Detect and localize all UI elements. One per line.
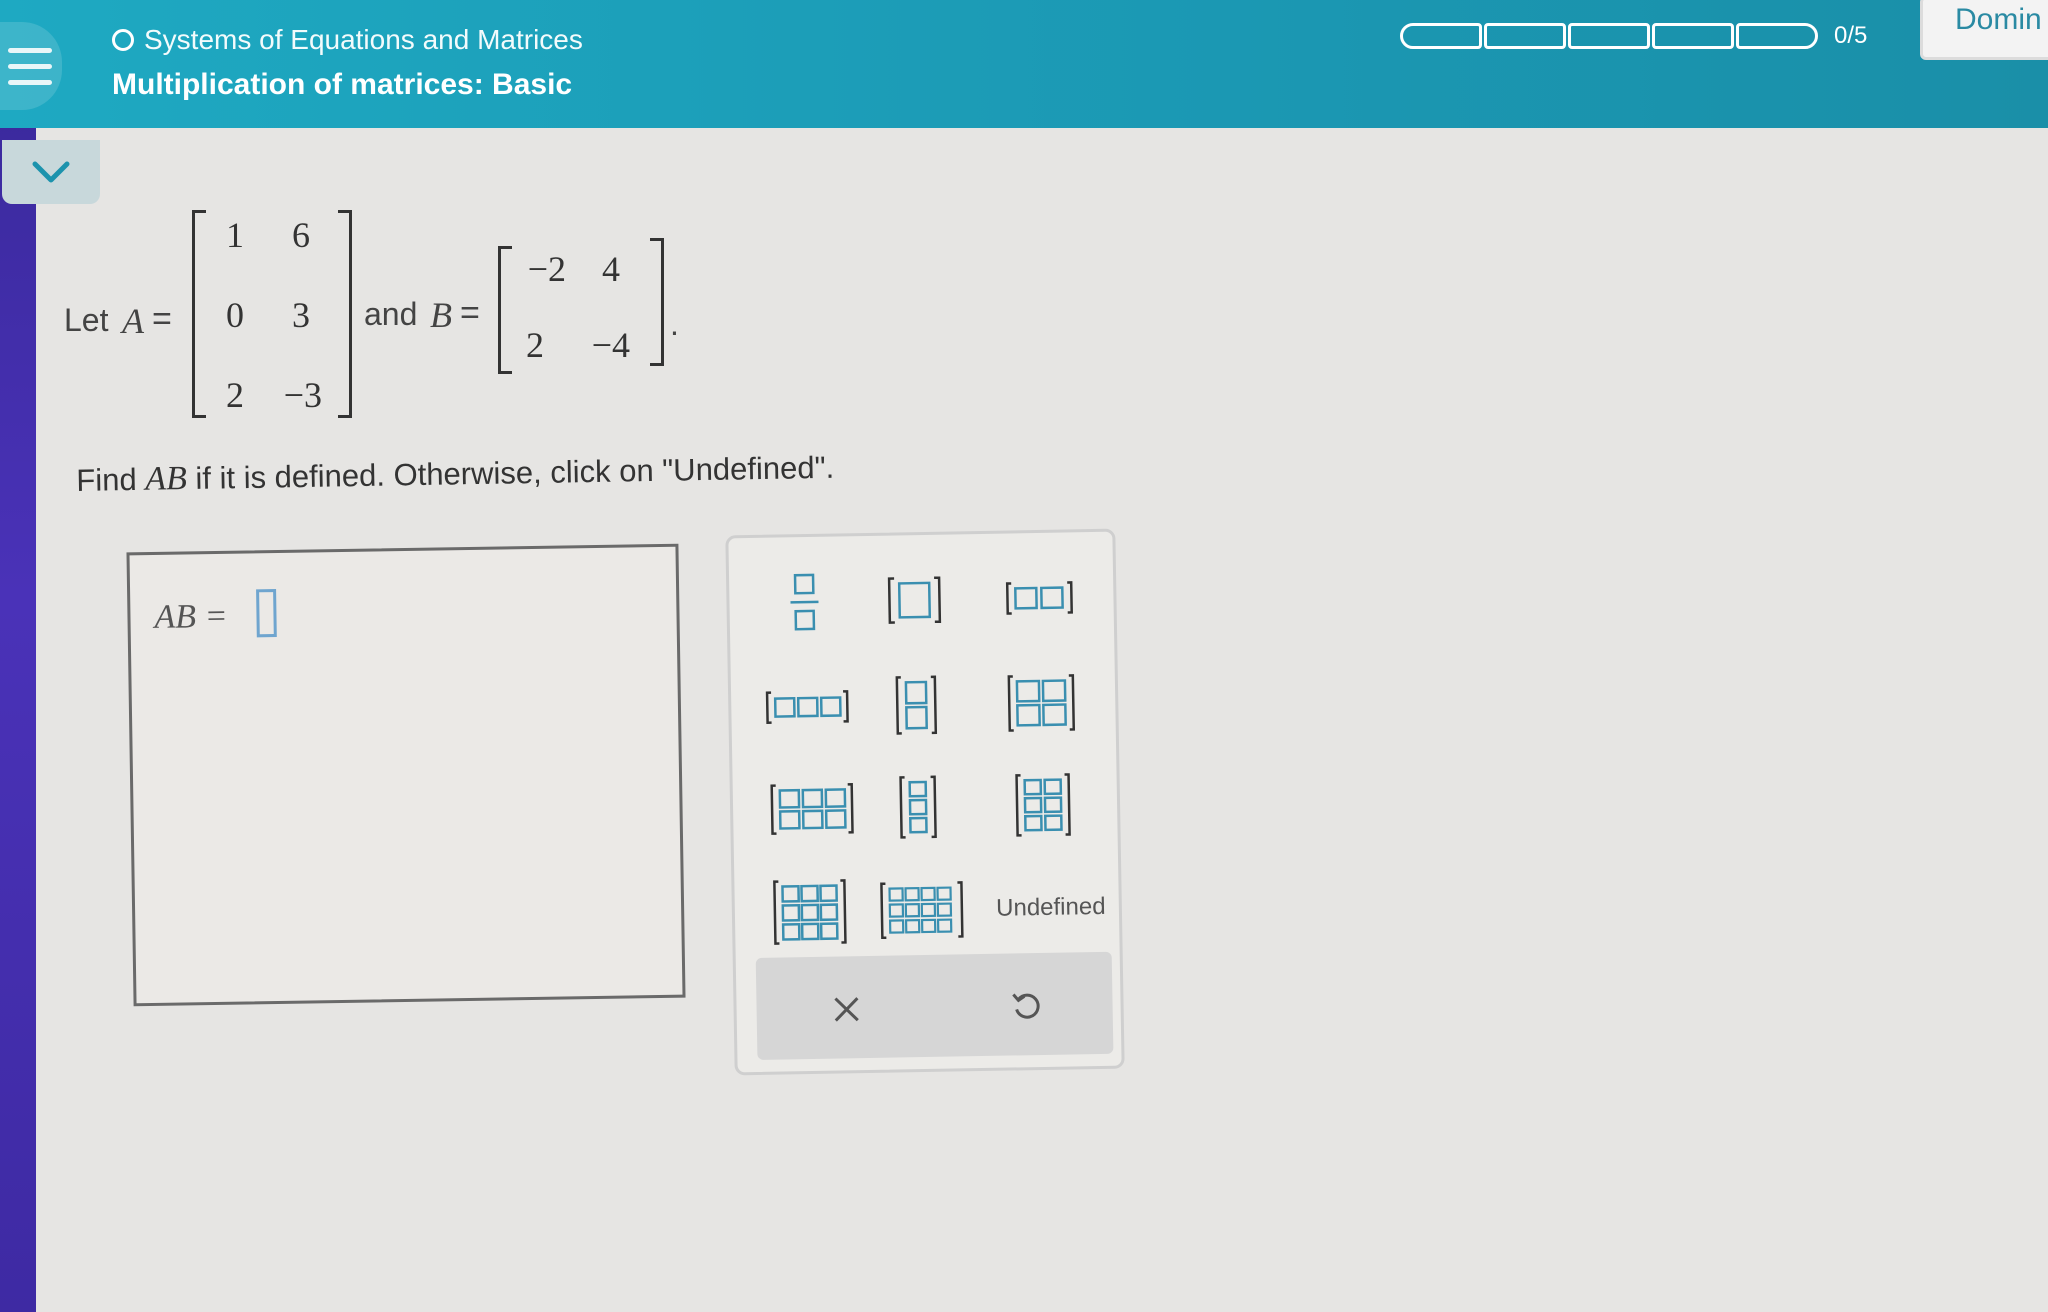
- matrix-a-name: A: [122, 301, 144, 341]
- matrix-1x2-icon: [1005, 581, 1073, 615]
- matrix-b-cell: −2: [527, 249, 566, 289]
- matrix-a-right-bracket: [338, 210, 352, 418]
- matrix-2x3-button[interactable]: [756, 768, 867, 850]
- matrix-b-cell: 2: [526, 325, 544, 365]
- answer-label: AB =: [154, 597, 228, 636]
- answer-box[interactable]: AB =: [126, 543, 686, 1007]
- undo-button[interactable]: [996, 981, 1057, 1032]
- answer-input[interactable]: [256, 589, 277, 638]
- matrix-2x1-button[interactable]: [881, 665, 952, 746]
- progress-segment: [1736, 23, 1818, 49]
- topic-row: Systems of Equations and Matrices: [112, 24, 583, 56]
- topic-title: Systems of Equations and Matrices: [144, 24, 583, 55]
- matrix-3x4-icon: [880, 881, 964, 940]
- matrix-b-right-bracket: [650, 238, 664, 366]
- menu-button[interactable]: [0, 22, 62, 110]
- window-left-edge: [0, 120, 36, 1312]
- matrix-2x2-button[interactable]: [999, 662, 1084, 743]
- progress-segment: [1484, 23, 1566, 49]
- matrix-a-cell: 0: [226, 295, 244, 335]
- instruction-text: Find AB if it is defined. Otherwise, cli…: [76, 449, 835, 498]
- collapse-tab[interactable]: [2, 140, 100, 204]
- undo-icon: [1012, 993, 1040, 1019]
- clear-button[interactable]: [816, 984, 877, 1035]
- matrix-a-cell: 3: [292, 295, 310, 335]
- matrix-3x1-button[interactable]: [882, 767, 953, 848]
- top-header: Systems of Equations and Matrices Multip…: [0, 0, 2048, 128]
- and-text: and: [364, 296, 418, 332]
- matrix-a-cell: 6: [292, 215, 310, 255]
- matrix-b-name: B: [430, 295, 452, 335]
- progress-segment: [1400, 23, 1482, 49]
- matrix-a-cell: 2: [226, 375, 244, 415]
- close-icon: [834, 997, 859, 1022]
- header-right-button[interactable]: Domin: [1920, 0, 2048, 60]
- lesson-title: Multiplication of matrices: Basic: [112, 68, 573, 101]
- matrix-2x3-icon: [770, 783, 854, 835]
- matrix-3x2-button[interactable]: [1002, 764, 1083, 845]
- progress-segment: [1652, 23, 1734, 49]
- matrix-1x3-button[interactable]: [755, 671, 860, 743]
- matrix-3x3-icon: [773, 879, 847, 945]
- matrix-1x1-icon: [887, 576, 942, 624]
- chevron-down-icon: [32, 161, 70, 183]
- matrix-2x2-icon: [1007, 674, 1076, 732]
- matrix-2x1-icon: [895, 675, 938, 735]
- matrix-a-cell: −3: [283, 375, 322, 415]
- equals-sign: =: [152, 300, 172, 338]
- period: .: [670, 306, 679, 342]
- matrix-b-cell: −4: [591, 325, 630, 365]
- circle-icon: [112, 29, 134, 51]
- matrix-1x1-button[interactable]: [879, 565, 950, 636]
- matrix-1x3-icon: [765, 690, 849, 725]
- undefined-button[interactable]: Undefined: [988, 882, 1113, 934]
- equals-sign: =: [460, 294, 480, 332]
- progress-count: 0/5: [1834, 22, 1868, 49]
- matrix-a-cell: 1: [226, 215, 244, 255]
- fraction-button[interactable]: [769, 566, 840, 637]
- matrix-3x1-icon: [899, 775, 937, 839]
- progress-bar: 0/5: [1400, 22, 1867, 50]
- matrix-3x4-button[interactable]: [874, 869, 969, 951]
- let-text: Let: [64, 302, 109, 338]
- matrix-3x3-button[interactable]: [764, 871, 855, 953]
- progress-segment: [1568, 23, 1650, 49]
- fraction-icon: [790, 573, 819, 631]
- menu-icon: [8, 47, 52, 53]
- matrix-b-cell: 4: [602, 249, 620, 289]
- matrix-3x2-icon: [1015, 773, 1071, 837]
- math-keypad: Undefined: [725, 528, 1125, 1076]
- keypad-actions: [755, 951, 1114, 1060]
- matrix-1x2-button[interactable]: [999, 562, 1080, 633]
